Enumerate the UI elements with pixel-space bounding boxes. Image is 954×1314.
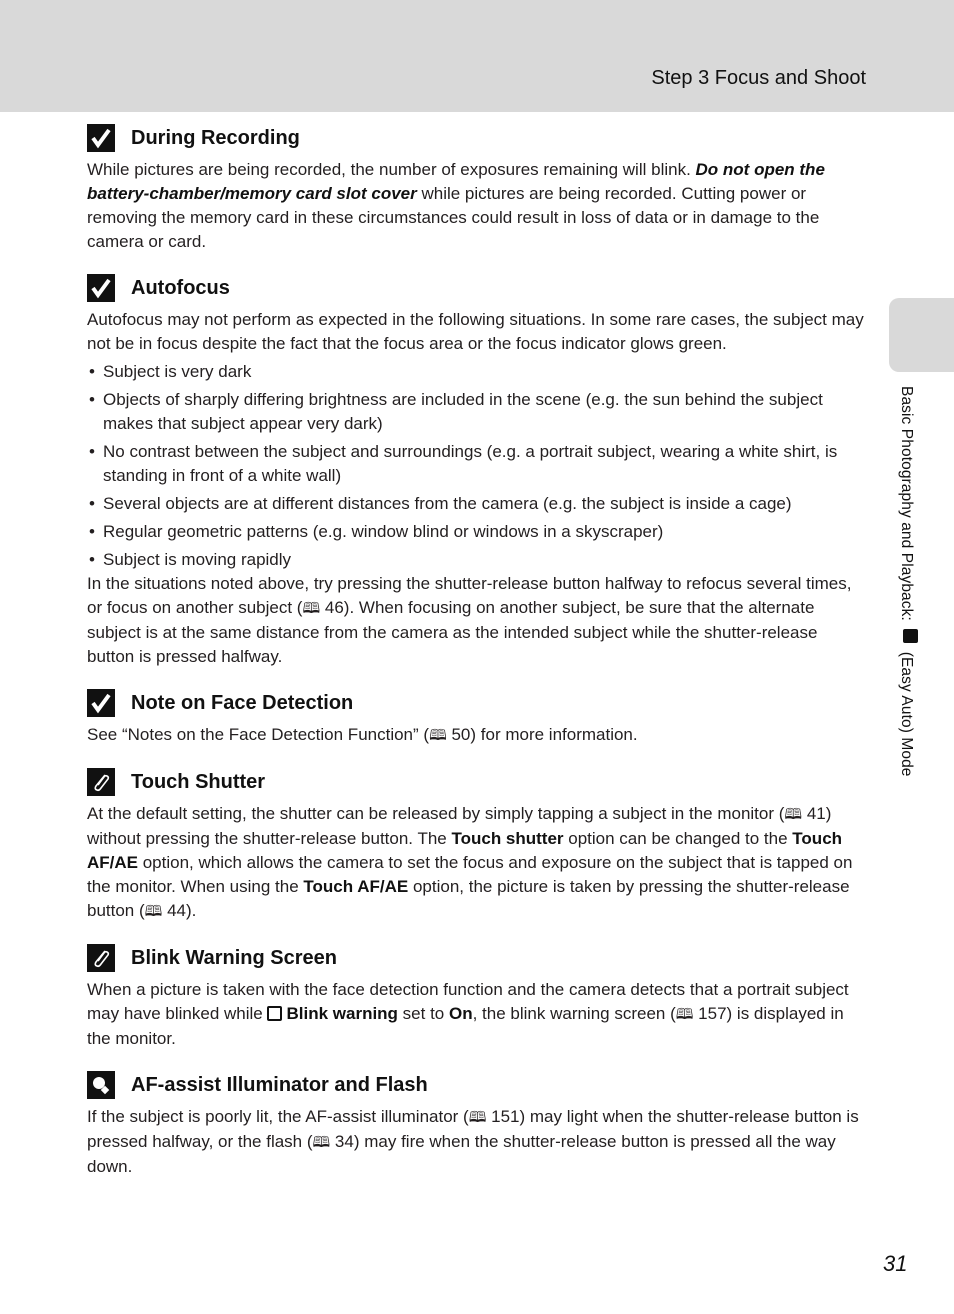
list-item: Regular geometric patterns (e.g. window …: [87, 520, 867, 544]
section-touch-shutter: Touch Shutter At the default setting, th…: [87, 762, 867, 924]
book-ref-icon: 🕮: [302, 600, 321, 617]
list-item: Subject is very dark: [87, 360, 867, 384]
chapter-side-label: Basic Photography and Playback: (Easy Au…: [897, 386, 918, 777]
section-face-detection: Note on Face Detection See “Notes on the…: [87, 683, 867, 748]
section-title: AF-assist Illuminator and Flash: [131, 1073, 428, 1096]
section-autofocus: Autofocus Autofocus may not perform as e…: [87, 268, 867, 669]
section-body: If the subject is poorly lit, the AF-ass…: [87, 1107, 859, 1176]
section-title: During Recording: [131, 126, 300, 149]
check-icon: [87, 689, 115, 717]
book-ref-icon: 🕮: [468, 1109, 487, 1126]
list-item: Several objects are at different distanc…: [87, 492, 867, 516]
check-icon: [87, 274, 115, 302]
section-blink-warning: Blink Warning Screen When a picture is t…: [87, 938, 867, 1051]
book-ref-icon: 🕮: [675, 1006, 694, 1023]
chapter-label-text: Basic Photography and Playback:: [898, 386, 915, 621]
page-content: During Recording While pictures are bein…: [87, 118, 867, 1179]
section-title: Blink Warning Screen: [131, 946, 337, 969]
list-item: Objects of sharply differing brightness …: [87, 388, 867, 436]
section-body: See “Notes on the Face Detection Functio…: [87, 723, 867, 748]
check-icon: [87, 124, 115, 152]
chapter-label-mode: (Easy Auto) Mode: [898, 651, 915, 777]
list-item: Subject is moving rapidly: [87, 548, 867, 572]
section-body: At the default setting, the shutter can …: [87, 802, 867, 924]
running-header: Step 3 Focus and Shoot: [651, 67, 866, 89]
autofocus-outro: In the situations noted above, try press…: [87, 574, 852, 666]
blink-warning-face-icon: [267, 1006, 283, 1021]
section-title: Touch Shutter: [131, 770, 266, 793]
book-ref-icon: 🕮: [144, 903, 163, 920]
paperclip-icon: [87, 944, 115, 972]
paperclip-icon: [87, 768, 115, 796]
header-band: [0, 0, 954, 112]
section-during-recording: During Recording While pictures are bein…: [87, 118, 867, 254]
autofocus-list: Subject is very dark Objects of sharply …: [87, 360, 867, 572]
lightbulb-icon: [87, 1071, 115, 1099]
list-item: No contrast between the subject and surr…: [87, 440, 867, 488]
easy-auto-camera-icon: [902, 629, 918, 644]
book-ref-icon: 🕮: [429, 727, 447, 744]
section-title: Note on Face Detection: [131, 691, 354, 714]
section-body: While pictures are being recorded, the n…: [87, 160, 825, 251]
chapter-tab: [889, 298, 954, 372]
section-title: Autofocus: [131, 276, 230, 299]
autofocus-intro: Autofocus may not perform as expected in…: [87, 310, 864, 353]
section-body: When a picture is taken with the face de…: [87, 980, 849, 1048]
section-af-assist: AF-assist Illuminator and Flash If the s…: [87, 1065, 867, 1179]
book-ref-icon: 🕮: [312, 1134, 331, 1151]
page-number: 31: [883, 1251, 908, 1276]
book-ref-icon: 🕮: [784, 806, 803, 823]
